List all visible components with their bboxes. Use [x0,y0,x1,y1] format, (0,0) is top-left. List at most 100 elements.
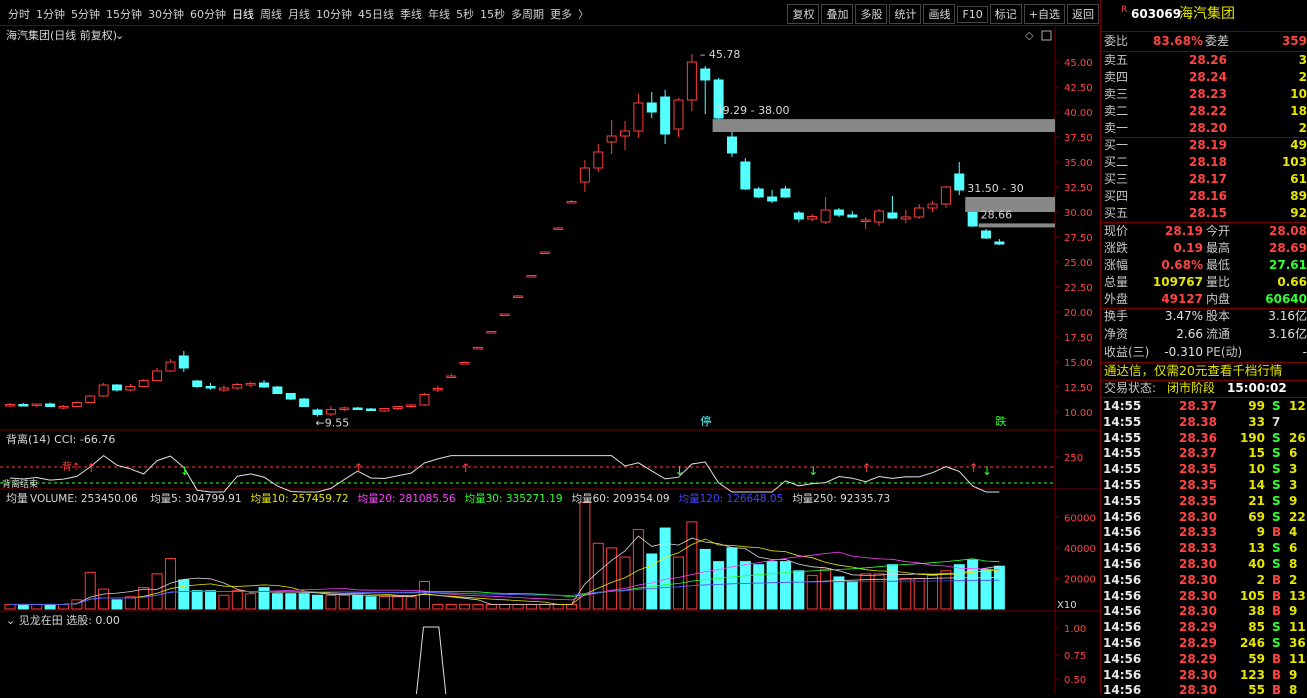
tick-price: 28.37 [1179,446,1217,461]
bid-row-2: 买二 28.18 103 [1101,154,1307,171]
stat-value: 28.19 [1165,224,1203,238]
tab-16[interactable]: 更多 [550,8,572,21]
bid-price: 28.19 [1189,138,1227,152]
tab-3[interactable]: 15分钟 [106,8,142,21]
cci-line [9,454,1000,493]
square-icon[interactable] [1041,30,1052,41]
candle-body [178,355,189,369]
volume-bar [619,556,631,610]
tick-count: 6 [1289,446,1298,461]
volume-bar [57,603,69,610]
tick-price: 28.33 [1179,525,1217,540]
bottom-tick-label: 0.50 [1064,675,1086,686]
volume-bar [846,581,858,610]
action-button-0[interactable]: 复权 [787,4,820,24]
y-tick-label: 12.50 [1064,383,1093,394]
tab-14[interactable]: 15秒 [480,8,505,21]
volume-bar [472,603,484,610]
volume-tick-label: 60000 [1064,513,1096,524]
tick-flag: S [1272,430,1281,445]
tick-volume: 33 [1248,414,1265,429]
tab-2[interactable]: 5分钟 [71,8,100,21]
action-button-7[interactable]: +自选 [1023,4,1065,24]
divergence-signal: 背↑ [62,460,80,473]
tick-flag: S [1272,478,1281,492]
volume-bar [525,603,537,610]
tick-count: 11 [1289,620,1306,635]
y-tick-label: 40.00 [1064,108,1093,119]
volume-bar [980,568,992,610]
action-button-2[interactable]: 多股 [855,4,888,24]
tick-count: 26 [1289,430,1306,445]
tab-8[interactable]: 月线 [288,8,310,21]
volume-bar [151,573,163,610]
tick-price: 28.30 [1179,588,1217,603]
stat2-label-2: PE(动) [1206,345,1243,359]
chart-area[interactable]: 海汽集团(日线 前复权) ⌄ ◇ 45.00 42.50 40.00 37.50 35.00 3… [0,27,1099,695]
tick-price: 28.36 [1179,430,1217,445]
action-button-5[interactable]: F10 [957,6,988,23]
action-button-4[interactable]: 画线 [923,4,956,24]
action-button-1[interactable]: 叠加 [821,4,854,24]
candle-body [218,387,229,391]
stock-name: 海汽集团 [1179,6,1235,22]
tick-row: 14:56 28.30 55 B 8 [1101,682,1307,698]
tick-price: 28.29 [1179,651,1217,666]
tick-flag: S [1272,399,1281,413]
action-button-8[interactable]: 返回 [1067,4,1099,24]
stat2-label-2: 股本 [1206,309,1231,323]
bid-row-3: 买三 28.17 61 [1101,171,1307,188]
volume-legend-4: 均量30: 335271.19 [465,493,563,505]
volume-legend-6: 均量120: 126648.05 [679,493,784,505]
promo-row[interactable]: 通达信，仅需20元查看千档行情 [1101,362,1307,380]
tab-0[interactable]: 分时 [8,8,30,21]
high-label: – 45.78 [700,48,741,61]
tick-time: 14:56 [1103,525,1142,540]
tab-15[interactable]: 多周期 [511,8,544,21]
tab-12[interactable]: 年线 [428,8,450,21]
tab-5[interactable]: 60分钟 [190,8,226,21]
tick-row: 14:55 28.35 10 S 3 [1101,461,1307,477]
candle-body [860,219,871,222]
chevron-right-icon[interactable]: 〉 [578,8,589,21]
tab-7[interactable]: 周线 [260,8,282,21]
action-button-3[interactable]: 统计 [889,4,922,24]
volume-bar [432,603,444,610]
tick-count: 9 [1289,604,1298,619]
bid-price: 28.17 [1189,172,1227,186]
tab-13[interactable]: 5秒 [456,8,474,21]
volume-bar [820,568,832,610]
action-button-6[interactable]: 标记 [989,4,1022,24]
tab-6[interactable]: 日线 [232,8,254,21]
volume-bar [285,593,297,610]
candle-body [312,409,323,415]
volume-bar [606,547,618,610]
candle-body [459,362,470,365]
tick-time: 14:55 [1103,478,1142,492]
bottom-tick-label: 0.75 [1064,651,1086,662]
tick-row: 14:55 28.35 14 S 3 [1101,477,1307,493]
candle-body [780,188,791,198]
volume-bar [766,561,778,610]
tick-price: 28.35 [1179,493,1217,508]
tab-10[interactable]: 45日线 [358,8,394,21]
candle-body [900,216,911,220]
promo-link[interactable]: 通达信，仅需20元查看千档行情 [1104,362,1282,379]
tick-row: 14:56 28.33 13 S 6 [1101,540,1307,556]
candle-body [472,347,483,350]
tab-1[interactable]: 1分钟 [36,8,65,21]
tab-4[interactable]: 30分钟 [148,8,184,21]
tick-volume: 105 [1239,588,1265,603]
candle-body [740,161,751,190]
tick-count: 3 [1289,462,1298,477]
tick-flag: S [1272,541,1281,556]
tab-9[interactable]: 10分钟 [316,8,352,21]
kline-chart[interactable]: 海汽集团(日线 前复权)⌄ ◇ 45.00 42.50 40.00 37.50 35.00 3… [0,27,1099,695]
tick-flag: B [1272,667,1282,682]
signal-pulse [415,626,447,695]
y-tick-label: 45.00 [1064,58,1093,69]
volume-bar [445,603,457,610]
tab-11[interactable]: 季线 [400,8,422,21]
volume-bar [138,587,150,610]
tick-flag: S [1272,620,1281,635]
